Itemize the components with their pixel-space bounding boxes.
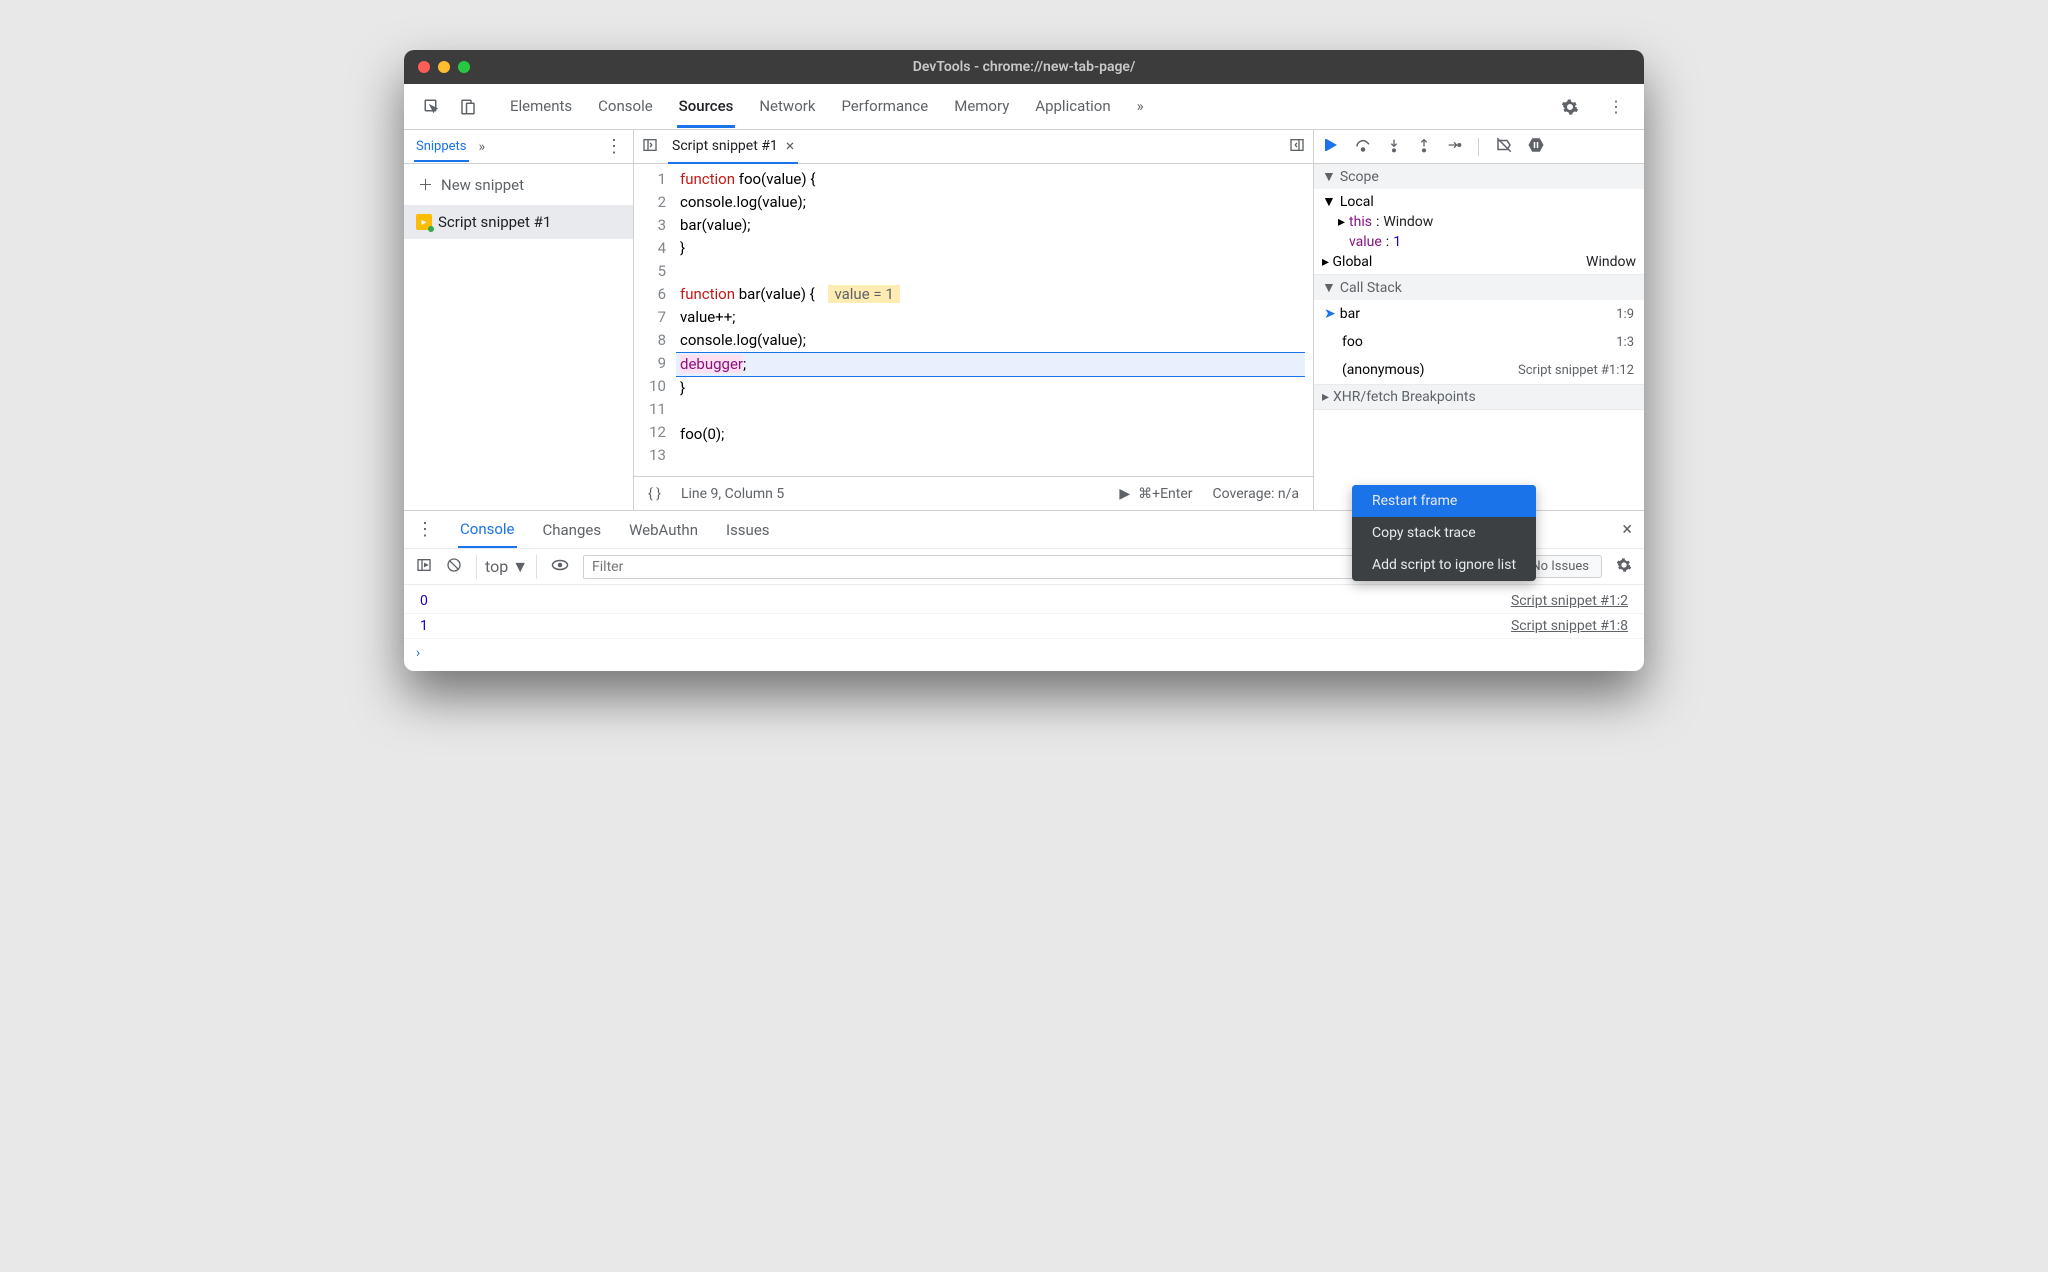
execution-context-select[interactable]: top ▼ — [476, 555, 537, 579]
step-into-icon[interactable] — [1386, 137, 1402, 157]
log-source-link[interactable]: Script snippet #1:2 — [1511, 593, 1628, 609]
filter-input[interactable] — [583, 555, 1357, 579]
run-icon[interactable]: ▶ — [1119, 486, 1130, 502]
tab-performance[interactable]: Performance — [839, 85, 930, 128]
step-over-icon[interactable] — [1354, 136, 1372, 158]
snippet-name: Script snippet #1 — [438, 213, 551, 231]
window-title: DevTools - chrome://new-tab-page/ — [404, 59, 1644, 75]
live-expression-icon[interactable] — [551, 556, 569, 578]
device-toolbar-icon[interactable] — [452, 91, 484, 123]
file-tab-label: Script snippet #1 — [672, 138, 778, 154]
titlebar: DevTools - chrome://new-tab-page/ — [404, 50, 1644, 84]
new-snippet-label: New snippet — [441, 176, 524, 194]
editor-statusbar: { } Line 9, Column 5 ▶ ⌘+Enter Coverage:… — [634, 476, 1313, 510]
scope-local[interactable]: ▼ Local — [1314, 191, 1644, 212]
tab-sources[interactable]: Sources — [677, 85, 736, 128]
callstack-context-menu: Restart frame Copy stack trace Add scrip… — [1352, 485, 1536, 581]
scope-header[interactable]: ▼ Scope — [1314, 164, 1644, 189]
plus-icon: ＋ — [418, 174, 433, 195]
drawer-tab-console[interactable]: Console — [458, 512, 517, 548]
clear-console-icon[interactable] — [446, 557, 462, 577]
step-icon[interactable] — [1446, 137, 1462, 157]
tab-console[interactable]: Console — [596, 85, 655, 128]
close-window-icon[interactable] — [418, 61, 430, 73]
devtools-window: DevTools - chrome://new-tab-page/ Elemen… — [404, 50, 1644, 671]
drawer-more-icon[interactable]: ⋮ — [416, 519, 434, 540]
more-tabs-icon[interactable]: » — [1135, 85, 1146, 128]
sidebar-more-icon[interactable]: ⋮ — [605, 136, 623, 157]
current-execution-line: debugger; — [676, 352, 1305, 377]
snippet-item[interactable]: ▸ Script snippet #1 — [404, 205, 633, 239]
main-tabs: Elements Console Sources Network Perform… — [508, 85, 1550, 128]
code-area[interactable]: 12345678910111213 function foo(value) { … — [634, 164, 1313, 476]
drawer-tab-changes[interactable]: Changes — [541, 513, 604, 547]
toggle-navigator-icon[interactable] — [642, 137, 658, 157]
tab-network[interactable]: Network — [757, 85, 817, 128]
tab-elements[interactable]: Elements — [508, 85, 574, 128]
sidebar-header: Snippets » ⋮ — [404, 130, 633, 164]
snippets-tab[interactable]: Snippets — [414, 131, 469, 162]
tab-memory[interactable]: Memory — [952, 85, 1011, 128]
new-snippet-button[interactable]: ＋ New snippet — [404, 164, 633, 205]
editor-tabbar: Script snippet #1 × — [634, 130, 1313, 164]
close-tab-icon[interactable]: × — [786, 136, 795, 155]
drawer-tab-issues[interactable]: Issues — [724, 513, 772, 547]
traffic-lights — [418, 61, 470, 73]
cursor-position: Line 9, Column 5 — [681, 486, 784, 502]
log-source-link[interactable]: Script snippet #1:8 — [1511, 618, 1628, 634]
settings-icon[interactable] — [1554, 91, 1586, 123]
debug-controls — [1314, 130, 1644, 164]
debugger-sidebar: ▼ Scope ▼ Local ▸ this: Window value: 1 … — [1314, 130, 1644, 510]
snippet-file-icon: ▸ — [416, 214, 432, 230]
menu-copy-stack-trace[interactable]: Copy stack trace — [1352, 517, 1536, 549]
scope-this[interactable]: ▸ this: Window — [1314, 212, 1644, 232]
console-output: 0 Script snippet #1:2 1 Script snippet #… — [404, 585, 1644, 671]
code-editor: Script snippet #1 × 12345678910111213 fu… — [634, 130, 1314, 510]
tab-application[interactable]: Application — [1033, 85, 1112, 128]
sources-panel: Snippets » ⋮ ＋ New snippet ▸ Script snip… — [404, 130, 1644, 510]
inspect-icon[interactable] — [416, 91, 448, 123]
console-settings-icon[interactable] — [1616, 557, 1632, 577]
code-content: function foo(value) { console.log(value)… — [676, 164, 1313, 476]
console-sidebar-toggle-icon[interactable] — [416, 557, 432, 577]
callstack-frame-bar[interactable]: ➤bar1:9 — [1314, 300, 1644, 328]
line-gutter: 12345678910111213 — [634, 164, 676, 476]
pretty-print-icon[interactable]: { } — [648, 486, 661, 502]
menu-restart-frame[interactable]: Restart frame — [1352, 485, 1536, 517]
callstack-frame-foo[interactable]: foo1:3 — [1314, 328, 1644, 356]
console-log-row[interactable]: 0 Script snippet #1:2 — [404, 589, 1644, 614]
navigator-sidebar: Snippets » ⋮ ＋ New snippet ▸ Script snip… — [404, 130, 634, 510]
drawer-tab-webauthn[interactable]: WebAuthn — [627, 513, 700, 547]
scope-global[interactable]: ▸ GlobalWindow — [1314, 252, 1644, 272]
file-tab[interactable]: Script snippet #1 × — [668, 130, 798, 164]
minimize-window-icon[interactable] — [438, 61, 450, 73]
toggle-debugger-icon[interactable] — [1289, 137, 1305, 157]
console-log-row[interactable]: 1 Script snippet #1:8 — [404, 614, 1644, 639]
callstack-header[interactable]: ▼ Call Stack — [1314, 275, 1644, 300]
callstack-frame-anon[interactable]: (anonymous)Script snippet #1:12 — [1314, 356, 1644, 384]
pause-exceptions-icon[interactable] — [1527, 136, 1545, 158]
run-shortcut: ⌘+Enter — [1138, 486, 1192, 502]
close-drawer-icon[interactable]: × — [1622, 519, 1632, 540]
xhr-breakpoints-header[interactable]: ▸ XHR/fetch Breakpoints — [1314, 385, 1644, 409]
scope-value[interactable]: value: 1 — [1314, 232, 1644, 252]
maximize-window-icon[interactable] — [458, 61, 470, 73]
step-out-icon[interactable] — [1416, 137, 1432, 157]
console-prompt[interactable]: › — [404, 639, 1644, 667]
deactivate-breakpoints-icon[interactable] — [1495, 136, 1513, 158]
more-tabs-icon[interactable]: » — [479, 139, 486, 155]
main-toolbar: Elements Console Sources Network Perform… — [404, 84, 1644, 130]
resume-icon[interactable] — [1322, 136, 1340, 158]
inline-value-hint: value = 1 — [828, 285, 899, 303]
menu-ignore-list[interactable]: Add script to ignore list — [1352, 549, 1536, 581]
more-icon[interactable]: ⋮ — [1600, 91, 1632, 123]
coverage-label: Coverage: n/a — [1213, 486, 1299, 502]
